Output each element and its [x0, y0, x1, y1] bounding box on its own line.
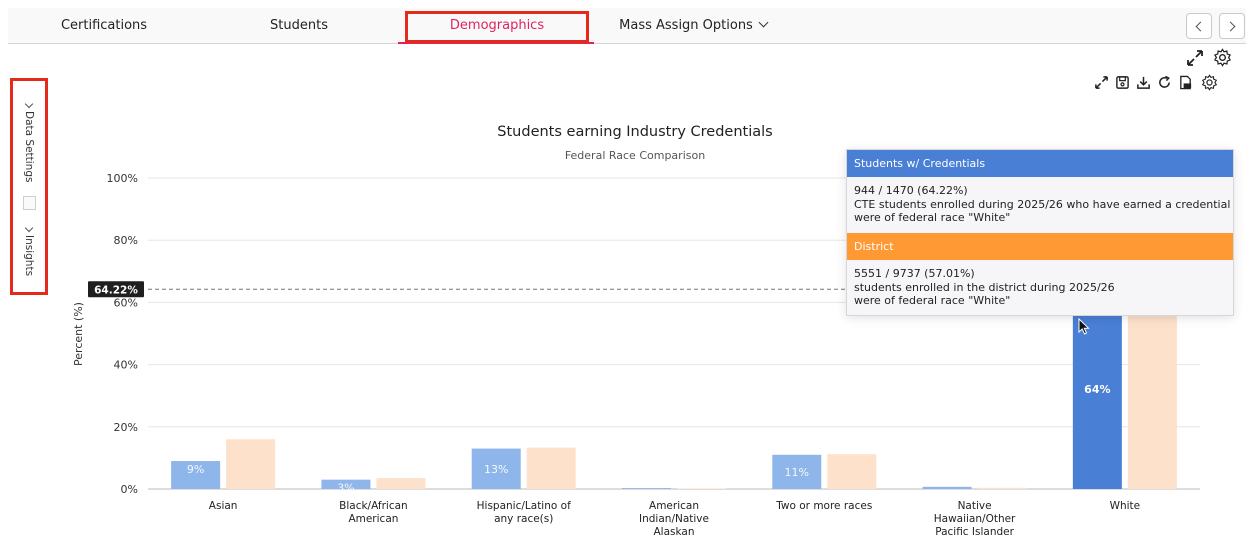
bar-data-label: 9% [187, 463, 204, 476]
tooltip-series1-title: Students w/ Credentials [847, 150, 1233, 177]
tooltip-series1-line1: 944 / 1470 (64.22%) [854, 184, 968, 197]
chart-subtitle: Federal Race Comparison [565, 149, 705, 162]
reference-line-label: 64.22% [94, 284, 138, 296]
x-tick-label: White [1110, 500, 1141, 512]
y-tick-label: 60% [114, 296, 138, 309]
x-tick-label: Alaskan [654, 526, 695, 537]
x-tick-label: Asian [209, 500, 238, 512]
bar-data-label: 64% [1084, 383, 1110, 396]
tooltip-series2-title: District [847, 233, 1233, 260]
bar-data-label: 11% [785, 466, 809, 479]
y-tick-label: 40% [114, 359, 138, 372]
tooltip-series1-line2: CTE students enrolled during 2025/26 who… [854, 197, 1231, 211]
chart-tooltip: Students w/ Credentials 944 / 1470 (64.2… [846, 149, 1234, 316]
x-tick-label: Two or more races [775, 500, 872, 512]
bar-district [827, 454, 877, 489]
bar-data-label: 13% [484, 463, 508, 476]
tooltip-series2-line2: students enrolled in the district during… [854, 280, 1115, 294]
bar-credentials [922, 486, 972, 489]
chart-title: Students earning Industry Credentials [497, 124, 772, 140]
y-axis-label: Percent (%) [72, 302, 85, 366]
bar-district [977, 487, 1027, 489]
bar-district [376, 478, 426, 489]
y-tick-label: 20% [114, 421, 138, 434]
x-tick-label: Native [958, 500, 992, 512]
x-tick-label: any race(s) [494, 513, 553, 525]
bar-data-label: 3% [337, 482, 354, 495]
tooltip-series2-line3: were of federal race "White" [854, 294, 1011, 307]
x-tick-label: Indian/Native [639, 513, 709, 525]
bar-district [226, 439, 276, 489]
x-tick-label: American [348, 513, 398, 525]
bar-district [526, 447, 576, 489]
x-tick-label: Black/African [339, 500, 408, 512]
x-tick-label: Hawaiian/Other [934, 513, 1016, 525]
y-tick-label: 100% [107, 172, 138, 185]
y-tick-label: 0% [121, 483, 138, 496]
tooltip-series1-body: 944 / 1470 (64.22%) CTE students enrolle… [847, 177, 1233, 233]
bar-district [1127, 311, 1177, 489]
mouse-cursor-icon [1078, 318, 1090, 335]
bar-credentials [622, 488, 671, 489]
tooltip-series2-body: 5551 / 9737 (57.01%) students enrolled i… [847, 260, 1233, 316]
tooltip-series2-line1: 5551 / 9737 (57.01%) [854, 267, 975, 280]
tooltip-series1-line3: were of federal race "White" [854, 211, 1011, 224]
y-tick-label: 80% [114, 234, 138, 247]
page: Certifications Students Demographics Mas… [0, 0, 1249, 537]
x-tick-label: Hispanic/Latino of [477, 500, 571, 512]
x-tick-label: American [649, 500, 699, 512]
x-tick-label: Pacific Islander [935, 526, 1014, 537]
bar-district [677, 488, 726, 489]
